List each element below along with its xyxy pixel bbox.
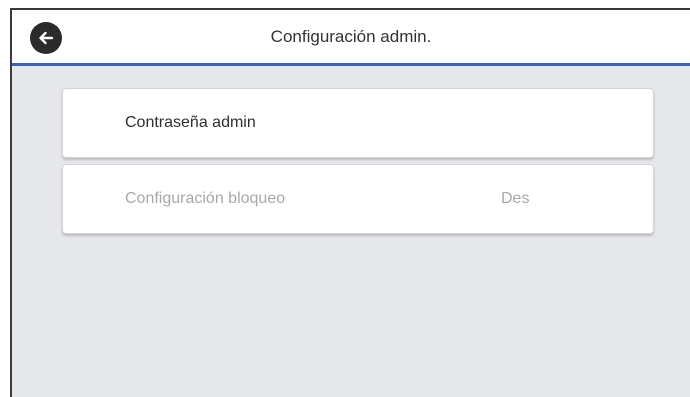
menu-item-value: Des — [501, 190, 530, 207]
admin-settings-screen: Configuración admin. Contraseña admin Co… — [10, 8, 690, 397]
settings-menu: Contraseña admin Configuración bloqueo D… — [62, 88, 654, 240]
menu-item-label: Configuración bloqueo — [125, 190, 286, 207]
menu-item-lock-setting[interactable]: Configuración bloqueo Des — [62, 164, 654, 234]
page-title: Configuración admin. — [270, 27, 432, 46]
menu-item-label: Contraseña admin — [125, 114, 256, 131]
menu-item-admin-password[interactable]: Contraseña admin — [62, 88, 654, 158]
header-bar: Configuración admin. — [12, 10, 690, 66]
